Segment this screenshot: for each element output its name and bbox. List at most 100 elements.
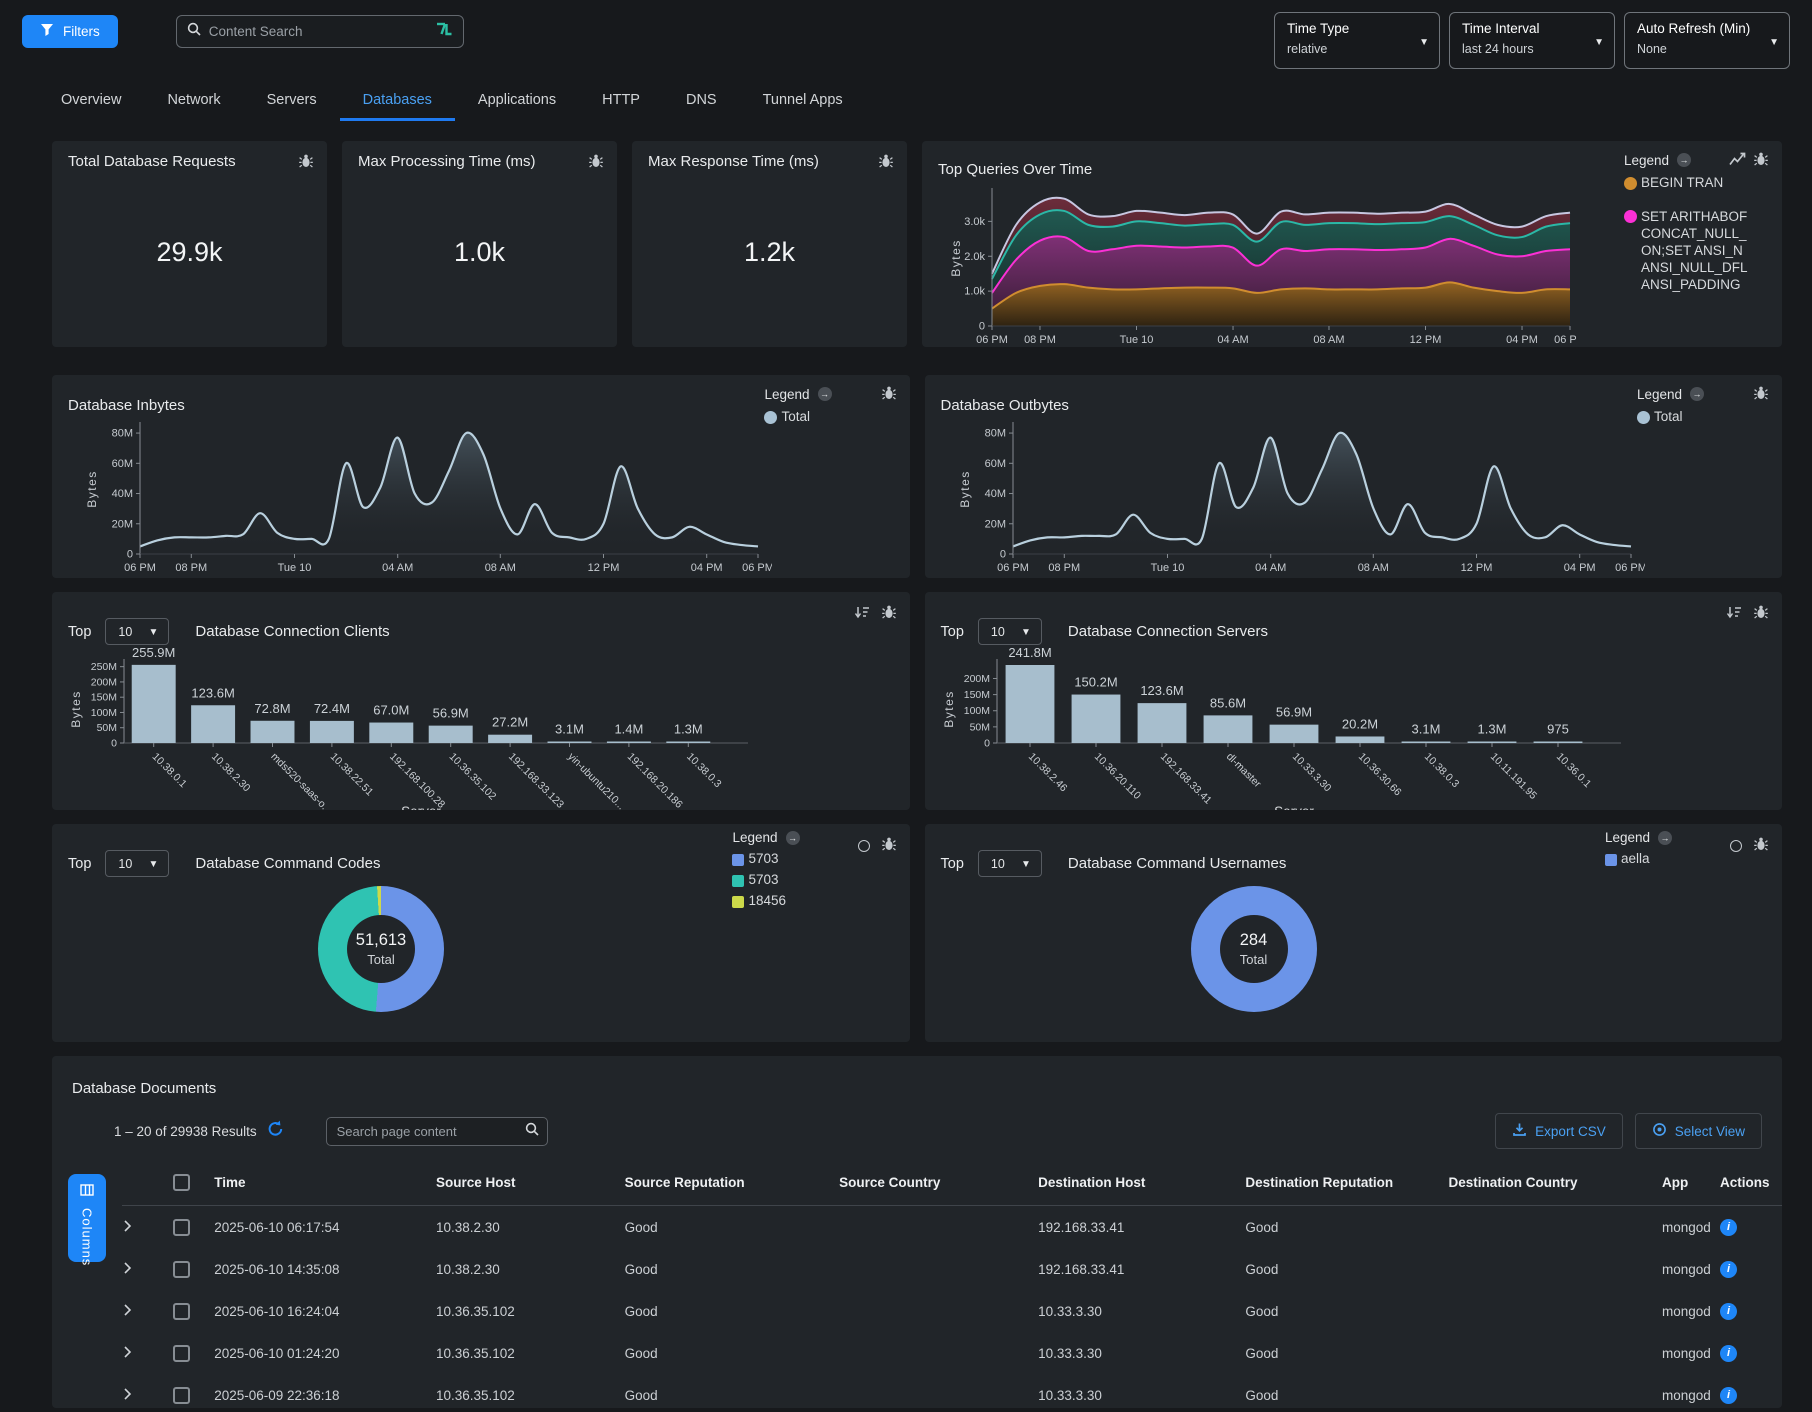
row-checkbox[interactable]: [173, 1345, 190, 1362]
time-interval-dropdown[interactable]: Time Interval last 24 hours ▼: [1449, 12, 1615, 69]
tab-applications[interactable]: Applications: [455, 82, 579, 121]
legend-item[interactable]: aella: [1605, 851, 1672, 866]
cell-source-host: 10.36.35.102: [435, 1290, 624, 1332]
row-checkbox[interactable]: [173, 1219, 190, 1236]
svg-text:975: 975: [1547, 722, 1569, 737]
column-header[interactable]: Destination Host: [1037, 1159, 1244, 1206]
select-all-checkbox[interactable]: [173, 1174, 190, 1191]
legend-expand-icon[interactable]: →: [1658, 831, 1672, 845]
tab-dns[interactable]: DNS: [663, 82, 740, 121]
command-usernames-donut[interactable]: 284 Total: [1191, 886, 1317, 1012]
expand-row-chevron-icon[interactable]: [123, 1263, 132, 1278]
lucene-toggle-icon[interactable]: [433, 21, 453, 42]
legend-item[interactable]: 18456: [732, 893, 799, 908]
export-csv-button[interactable]: Export CSV: [1495, 1113, 1623, 1149]
column-header[interactable]: Source Country: [838, 1159, 1037, 1206]
kpi-max-response-time: Max Response Time (ms) 1.2k: [632, 141, 907, 347]
svg-text:192.168.33.123: 192.168.33.123: [506, 751, 566, 810]
sort-icon[interactable]: [854, 605, 870, 624]
connection-clients-chart: 050M100M150M200M250M255.9M10.38.0.1123.6…: [68, 643, 758, 810]
time-type-dropdown[interactable]: Time Type relative ▼: [1274, 12, 1440, 69]
bug-icon[interactable]: [1754, 604, 1768, 624]
column-header[interactable]: Destination Reputation: [1244, 1159, 1447, 1206]
bug-icon[interactable]: [882, 836, 896, 856]
legend-expand-icon[interactable]: →: [1690, 387, 1704, 401]
radio-icon[interactable]: [1730, 840, 1742, 852]
refresh-icon[interactable]: [267, 1120, 284, 1142]
select-view-button[interactable]: Select View: [1635, 1113, 1762, 1149]
line-chart-icon[interactable]: [1729, 152, 1746, 169]
panel-title: Database Documents: [72, 1080, 1766, 1097]
legend-item[interactable]: 5703: [732, 851, 799, 866]
column-header[interactable]: Source Host: [435, 1159, 624, 1206]
bug-icon[interactable]: [882, 604, 896, 624]
filters-button[interactable]: Filters: [22, 15, 118, 48]
svg-text:10.38.2.30: 10.38.2.30: [209, 751, 253, 795]
tab-databases[interactable]: Databases: [340, 82, 455, 121]
cell-source-country: [838, 1332, 1037, 1374]
svg-text:08 AM: 08 AM: [1313, 334, 1344, 346]
info-icon[interactable]: i: [1720, 1261, 1737, 1278]
legend-item[interactable]: Total: [764, 409, 895, 424]
page-search-input[interactable]: [335, 1123, 525, 1140]
info-icon[interactable]: i: [1720, 1303, 1737, 1320]
documents-table: TimeSource HostSource ReputationSource C…: [122, 1159, 1782, 1408]
tab-http[interactable]: HTTP: [579, 82, 663, 121]
row-checkbox[interactable]: [173, 1303, 190, 1320]
legend-expand-icon[interactable]: →: [818, 387, 832, 401]
column-header[interactable]: Actions: [1719, 1159, 1782, 1206]
legend-expand-icon[interactable]: →: [1677, 153, 1691, 167]
tab-overview[interactable]: Overview: [38, 82, 144, 121]
top-n-select[interactable]: 10▼: [105, 850, 169, 877]
expand-row-chevron-icon[interactable]: [123, 1305, 132, 1320]
tab-tunnel-apps[interactable]: Tunnel Apps: [740, 82, 866, 121]
page-search-box[interactable]: [326, 1117, 548, 1146]
bug-icon[interactable]: [879, 153, 893, 173]
sort-icon[interactable]: [1726, 605, 1742, 624]
bug-icon[interactable]: [1754, 385, 1768, 403]
top-n-select[interactable]: 10▼: [978, 850, 1042, 877]
columns-button[interactable]: Columns: [68, 1174, 106, 1262]
column-header[interactable]: App: [1661, 1159, 1719, 1206]
svg-text:06 PM: 06 PM: [1554, 334, 1576, 346]
svg-text:100M: 100M: [91, 707, 117, 719]
content-search-box[interactable]: [176, 15, 464, 48]
bug-icon[interactable]: [1754, 151, 1768, 169]
bug-icon[interactable]: [882, 385, 896, 403]
column-header[interactable]: Time: [213, 1159, 435, 1206]
expand-row-chevron-icon[interactable]: [123, 1347, 132, 1362]
row-checkbox[interactable]: [173, 1387, 190, 1404]
legend-item[interactable]: 5703: [732, 872, 799, 887]
radio-icon[interactable]: [858, 840, 870, 852]
top-n-select[interactable]: 10▼: [105, 618, 169, 645]
legend-item[interactable]: Total: [1637, 409, 1768, 424]
svg-text:04 AM: 04 AM: [382, 562, 413, 574]
info-icon[interactable]: i: [1720, 1219, 1737, 1236]
database-outbytes-panel: Database Outbytes 020M40M60M80M06 PM08 P…: [925, 375, 1783, 578]
svg-text:04 AM: 04 AM: [1255, 562, 1286, 574]
cell-destination-reputation: Good: [1244, 1206, 1447, 1249]
content-search-input[interactable]: [207, 23, 433, 40]
info-icon[interactable]: i: [1720, 1345, 1737, 1362]
bug-icon[interactable]: [1754, 836, 1768, 856]
column-header[interactable]: Source Reputation: [624, 1159, 839, 1206]
legend-item[interactable]: BEGIN TRAN: [1624, 175, 1768, 190]
top-n-select[interactable]: 10▼: [978, 618, 1042, 645]
auto-refresh-dropdown[interactable]: Auto Refresh (Min) None ▼: [1624, 12, 1790, 69]
expand-row-chevron-icon[interactable]: [123, 1389, 132, 1404]
legend-item[interactable]: SET ARITHABOF CONCAT_NULL_ ON;SET ANSI_N…: [1624, 208, 1768, 293]
table-row: 2025-06-10 16:24:0410.36.35.102Good10.33…: [122, 1290, 1782, 1332]
column-header[interactable]: Destination Country: [1447, 1159, 1660, 1206]
command-codes-donut[interactable]: 51,613 Total: [318, 886, 444, 1012]
tab-network[interactable]: Network: [144, 82, 243, 121]
bug-icon[interactable]: [299, 153, 313, 173]
bug-icon[interactable]: [589, 153, 603, 173]
cell-source-country: [838, 1206, 1037, 1249]
svg-text:50M: 50M: [969, 721, 989, 733]
expand-row-chevron-icon[interactable]: [123, 1221, 132, 1236]
tab-servers[interactable]: Servers: [244, 82, 340, 121]
row-checkbox[interactable]: [173, 1261, 190, 1278]
legend-expand-icon[interactable]: →: [786, 831, 800, 845]
legend-label: Legend: [1624, 153, 1669, 168]
info-icon[interactable]: i: [1720, 1387, 1737, 1404]
